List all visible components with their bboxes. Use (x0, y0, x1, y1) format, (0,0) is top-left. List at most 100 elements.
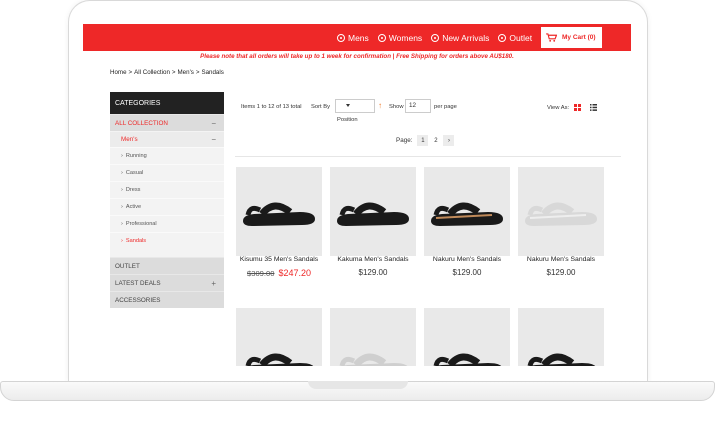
product-price: $129.00 (546, 268, 576, 277)
product-image[interactable] (424, 167, 510, 256)
chevron-down-icon (346, 104, 350, 107)
nav-label: Outlet (509, 32, 533, 43)
categories-heading: CATEGORIES (110, 92, 224, 114)
product-image[interactable] (236, 167, 322, 256)
nav-item-new-arrivals[interactable]: New Arrivals (431, 33, 489, 43)
page-2-button[interactable]: 2 (430, 135, 442, 146)
sidebar-item-all-collection[interactable]: ALL COLLECTION − (110, 114, 224, 131)
chevron-right-icon: › (121, 170, 123, 176)
sort-by-select[interactable] (335, 99, 375, 113)
product-name[interactable]: Nakuru Men's Sandals (424, 256, 510, 263)
nav-item-womens[interactable]: Womens (377, 32, 423, 43)
product-card[interactable] (236, 308, 322, 366)
circle-icon (498, 33, 507, 42)
sidebar-item-label: OUTLET (115, 262, 140, 270)
product-image[interactable] (424, 308, 510, 366)
sort-direction-icon[interactable]: ↑ (378, 101, 382, 110)
sidebar-spacer (110, 249, 224, 257)
laptop-notch (308, 381, 408, 389)
breadcrumb-all-collection[interactable]: All Collection (134, 69, 170, 76)
cart-button[interactable]: My Cart (0) (540, 26, 603, 49)
top-nav-bar: Mens Womens New Arrivals Outlet My Cart … (83, 24, 631, 51)
product-card[interactable] (330, 308, 416, 366)
sandal-image (337, 202, 409, 226)
chevron-right-icon: › (121, 221, 123, 227)
product-price: $129.00 (452, 268, 482, 277)
nav-label: New Arrivals (442, 32, 490, 43)
collapse-icon[interactable]: − (211, 119, 216, 128)
breadcrumb-separator: > (128, 69, 133, 76)
grid-view-icon[interactable] (574, 104, 581, 111)
list-view-icon[interactable] (590, 104, 597, 111)
sidebar-item-professional[interactable]: › Professional (110, 215, 224, 232)
sidebar-item-label: ALL COLLECTION (115, 119, 168, 127)
nav-label: Womens (388, 32, 423, 43)
product-card[interactable]: Nakuru Men's Sandals $129.00 (424, 167, 510, 277)
product-card[interactable] (424, 308, 510, 366)
breadcrumb-sandals: Sandals (201, 69, 224, 76)
breadcrumb-mens[interactable]: Men's (178, 69, 194, 76)
product-toolbar: Items 1 to 12 of 13 total Sort By Positi… (240, 99, 630, 123)
sidebar-item-dress[interactable]: › Dress (110, 181, 224, 198)
next-page-icon[interactable]: › (443, 135, 455, 146)
product-card[interactable]: Kakuma Men's Sandals $129.00 (330, 167, 416, 277)
product-card[interactable]: Kisumu 35 Men's Sandals $309.00 $247.20 (236, 167, 322, 278)
show-label: Show (389, 104, 404, 110)
sidebar-item-label: Men's (121, 136, 138, 143)
product-image[interactable] (518, 308, 604, 366)
product-price-row: $129.00 (330, 268, 416, 277)
chevron-right-icon: › (121, 187, 123, 193)
sidebar-item-sandals[interactable]: › Sandals (110, 232, 224, 249)
product-image[interactable] (236, 308, 322, 366)
expand-icon[interactable]: + (211, 279, 216, 288)
browser-screen: Mens Womens New Arrivals Outlet My Cart … (83, 24, 631, 366)
circle-icon (431, 33, 440, 42)
sidebar-item-latest-deals[interactable]: LATEST DEALS + (110, 274, 224, 291)
nav-item-mens[interactable]: Mens (337, 33, 369, 43)
nav-label: Mens (348, 32, 369, 43)
sidebar-item-mens[interactable]: Men's − (110, 131, 224, 147)
sidebar-item-label: Sandals (125, 238, 147, 244)
sandal-image (339, 353, 408, 366)
category-sidebar: CATEGORIES ALL COLLECTION − Men's − › Ru… (110, 92, 224, 308)
sidebar-item-casual[interactable]: › Casual (110, 164, 224, 181)
sidebar-item-running[interactable]: › Running (110, 147, 224, 164)
chevron-right-icon: › (121, 238, 123, 244)
sandal-image (527, 353, 596, 366)
sidebar-item-label: Running (125, 153, 147, 159)
old-price: $309.00 (247, 269, 275, 278)
pagination: Page: 1 2 › (396, 135, 456, 146)
product-image[interactable] (330, 167, 416, 256)
page-1-button[interactable]: 1 (417, 135, 429, 146)
product-image[interactable] (330, 308, 416, 366)
sidebar-item-label: ACCESSORIES (115, 296, 161, 304)
product-price-row: $309.00 $247.20 (236, 268, 322, 278)
sidebar-item-active[interactable]: › Active (110, 198, 224, 215)
sidebar-item-accessories[interactable]: ACCESSORIES (110, 291, 224, 308)
product-card[interactable]: Nakuru Men's Sandals $129.00 (518, 167, 604, 277)
sandal-image (525, 202, 597, 226)
sidebar-item-label: Casual (125, 170, 144, 176)
product-image[interactable] (518, 167, 604, 256)
product-name[interactable]: Nakuru Men's Sandals (518, 256, 604, 263)
divider (235, 156, 621, 157)
sidebar-item-label: Dress (125, 187, 141, 193)
items-count: Items 1 to 12 of 13 total (241, 104, 302, 110)
sidebar-item-label: Active (125, 204, 142, 210)
cart-icon (546, 33, 557, 42)
chevron-right-icon: › (121, 153, 123, 159)
product-price: $129.00 (358, 268, 388, 277)
main-nav: Mens Womens New Arrivals Outlet (337, 24, 541, 51)
product-name[interactable]: Kisumu 35 Men's Sandals (236, 256, 322, 263)
sidebar-item-outlet[interactable]: OUTLET (110, 257, 224, 274)
sidebar-item-label: LATEST DEALS (115, 279, 161, 287)
page-label: Page: (396, 137, 413, 144)
show-count-input[interactable]: 12 (405, 99, 431, 113)
product-name[interactable]: Kakuma Men's Sandals (330, 256, 416, 263)
nav-item-outlet[interactable]: Outlet (498, 33, 532, 43)
collapse-icon[interactable]: − (211, 135, 216, 144)
breadcrumb-home[interactable]: Home (110, 69, 127, 76)
sidebar-item-label: Professional (125, 221, 157, 227)
sandal-image (245, 353, 314, 366)
product-card[interactable] (518, 308, 604, 366)
